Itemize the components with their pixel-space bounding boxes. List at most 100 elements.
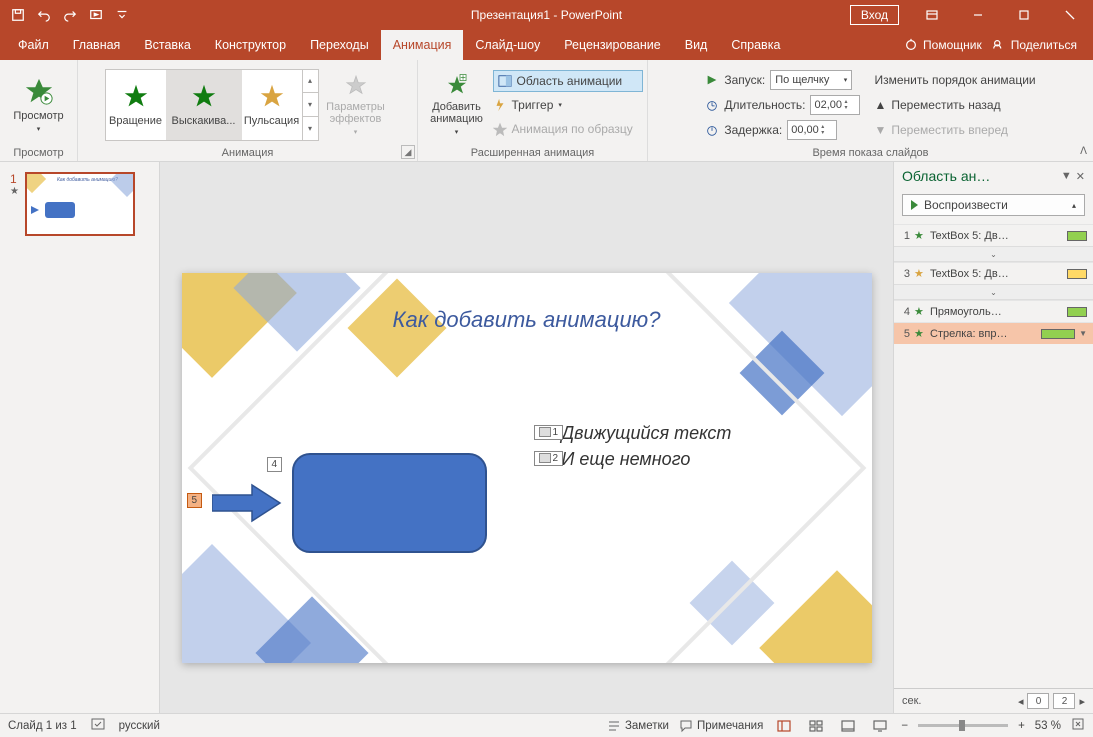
add-animation-button[interactable]: Добавить анимацию ▾ (423, 69, 491, 141)
anim-tag-4[interactable]: 4 (267, 457, 283, 472)
animation-painter-label: Анимация по образцу (512, 122, 633, 136)
zoom-slider[interactable] (918, 724, 1008, 727)
slide-editor[interactable]: Как добавить анимацию? Движущийся текст … (160, 162, 893, 713)
expand-icon[interactable]: ⌄ (894, 284, 1093, 300)
animation-painter-button: Анимация по образцу (493, 118, 643, 140)
close-icon[interactable] (1047, 0, 1093, 30)
animation-pane-button[interactable]: Область анимации (493, 70, 643, 92)
group-advanced-animation: Добавить анимацию ▾ Область анимации Три… (418, 60, 648, 161)
tab-view[interactable]: Вид (673, 30, 720, 60)
anim-tag-5[interactable]: 5 (187, 493, 203, 508)
preview-button[interactable]: Просмотр ▾ (9, 69, 69, 141)
timeline-next-icon[interactable]: ▸ (1079, 695, 1085, 708)
animation-launcher-icon[interactable]: ◢ (401, 145, 415, 159)
undo-icon[interactable] (32, 3, 56, 27)
slide-canvas[interactable]: Как добавить анимацию? Движущийся текст … (182, 273, 872, 663)
tab-insert[interactable]: Вставка (132, 30, 202, 60)
animation-list-item[interactable]: 4 ★ Прямоуголь… (894, 300, 1093, 322)
group-timing-label: Время показа слайдов (812, 147, 928, 159)
animation-gallery[interactable]: Вращение Выскакива... Пульсация ▴▾▾ (105, 69, 319, 141)
zoom-in-icon[interactable]: + (1018, 720, 1025, 732)
duration-input[interactable]: 02,00▴▾ (810, 95, 860, 115)
ribbon-display-icon[interactable] (909, 0, 955, 30)
start-from-beginning-icon[interactable] (84, 3, 108, 27)
slide-thumbnail-1[interactable]: 1 ★ Как добавить анимацию? (10, 172, 149, 236)
group-timing: Запуск: По щелчку▾ Длительность: 02,00▴▾… (648, 60, 1093, 161)
language-label[interactable]: русский (119, 720, 160, 732)
animation-list-item-selected[interactable]: 5 ★ Стрелка: впр… ▼ (894, 322, 1093, 344)
item-dropdown-icon[interactable]: ▼ (1079, 329, 1087, 338)
tab-design[interactable]: Конструктор (203, 30, 298, 60)
collapse-ribbon-icon[interactable]: ᐱ (1080, 146, 1087, 157)
slide-text-2[interactable]: И еще немного (562, 449, 691, 470)
timeline-prev-icon[interactable]: ◂ (1018, 695, 1024, 708)
maximize-icon[interactable] (1001, 0, 1047, 30)
login-button[interactable]: Вход (850, 5, 899, 25)
zoom-out-icon[interactable]: − (901, 720, 908, 732)
slide-arrow-shape[interactable] (212, 483, 282, 526)
seconds-label: сек. (902, 695, 922, 707)
tab-animation[interactable]: Анимация (381, 30, 464, 60)
slide-title[interactable]: Как добавить анимацию? (182, 307, 872, 333)
play-animations-button[interactable]: Воспроизвести▴ (902, 194, 1085, 216)
animation-list-item[interactable]: 1 ★ TextBox 5: Дв… (894, 224, 1093, 246)
expand-icon[interactable]: ⌄ (894, 246, 1093, 262)
group-animation-label: Анимация (222, 147, 274, 159)
anim-tag-2[interactable]: 2 (534, 451, 564, 466)
entrance-star-icon: ★ (914, 305, 926, 318)
thumbnail-image[interactable]: Как добавить анимацию? (25, 172, 135, 236)
normal-view-icon[interactable] (773, 717, 795, 735)
animation-pane-title: Область ан… (902, 168, 1057, 184)
entrance-star-icon: ★ (914, 327, 926, 340)
main-area: 1 ★ Как добавить анимацию? (0, 162, 1093, 713)
tab-transitions[interactable]: Переходы (298, 30, 381, 60)
gallery-scroll[interactable]: ▴▾▾ (302, 70, 318, 140)
redo-icon[interactable] (58, 3, 82, 27)
slide-counter[interactable]: Слайд 1 из 1 (8, 720, 77, 732)
move-earlier-button[interactable]: ▲Переместить назад (874, 94, 1035, 116)
comments-button[interactable]: Примечания (679, 719, 763, 733)
tab-file[interactable]: Файл (6, 30, 61, 60)
tab-review[interactable]: Рецензирование (552, 30, 673, 60)
gallery-label-2: Пульсация (244, 115, 299, 127)
tab-help[interactable]: Справка (719, 30, 792, 60)
animation-pane-options-icon[interactable]: ▼ (1061, 170, 1072, 182)
zoom-level[interactable]: 53 % (1035, 720, 1061, 732)
spellcheck-icon[interactable] (91, 717, 105, 734)
animation-pane-footer: сек. ◂ 0 2 ▸ (894, 688, 1093, 713)
qat-dropdown-icon[interactable] (110, 3, 134, 27)
slide-panel: 1 ★ Как добавить анимацию? (0, 162, 160, 713)
share-button[interactable]: Поделиться (992, 38, 1077, 52)
gallery-item-pulse[interactable]: Пульсация (242, 70, 302, 140)
move-later-button: ▼Переместить вперед (874, 119, 1035, 141)
fit-to-window-icon[interactable] (1071, 717, 1085, 734)
title-bar: Презентация1 - PowerPoint Вход (0, 0, 1093, 30)
save-icon[interactable] (6, 3, 30, 27)
group-advanced-label: Расширенная анимация (471, 147, 595, 159)
slide-text-1[interactable]: Движущийся текст (562, 423, 732, 444)
animation-pane-label: Область анимации (517, 74, 623, 88)
trigger-button[interactable]: Триггер ▾ (493, 94, 643, 116)
tab-slideshow[interactable]: Слайд-шоу (463, 30, 552, 60)
tell-me-button[interactable]: Помощник (904, 38, 982, 52)
slideshow-view-icon[interactable] (869, 717, 891, 735)
minimize-icon[interactable] (955, 0, 1001, 30)
notes-button[interactable]: Заметки (607, 719, 669, 733)
animation-pane-close-icon[interactable]: ✕ (1076, 170, 1085, 183)
gallery-item-rotate[interactable]: Вращение (106, 70, 166, 140)
share-label: Поделиться (1011, 38, 1077, 52)
animation-list-item[interactable]: 3 ★ TextBox 5: Дв… (894, 262, 1093, 284)
timeline-pos-1: 2 (1053, 693, 1075, 709)
tab-home[interactable]: Главная (61, 30, 133, 60)
ribbon: Просмотр ▾ Просмотр Вращение Выскакива..… (0, 60, 1093, 162)
group-preview-label: Просмотр (13, 147, 63, 159)
reading-view-icon[interactable] (837, 717, 859, 735)
status-bar: Слайд 1 из 1 русский Заметки Примечания … (0, 713, 1093, 737)
slide-rectangle-shape[interactable] (292, 453, 487, 553)
gallery-item-bounce[interactable]: Выскакива... (166, 70, 242, 140)
anim-tag-1[interactable]: 1 (534, 425, 564, 440)
delay-input[interactable]: 00,00▴▾ (787, 120, 837, 140)
animation-list: 1 ★ TextBox 5: Дв… ⌄ 3 ★ TextBox 5: Дв… … (894, 224, 1093, 688)
sorter-view-icon[interactable] (805, 717, 827, 735)
start-select[interactable]: По щелчку▾ (770, 70, 852, 90)
